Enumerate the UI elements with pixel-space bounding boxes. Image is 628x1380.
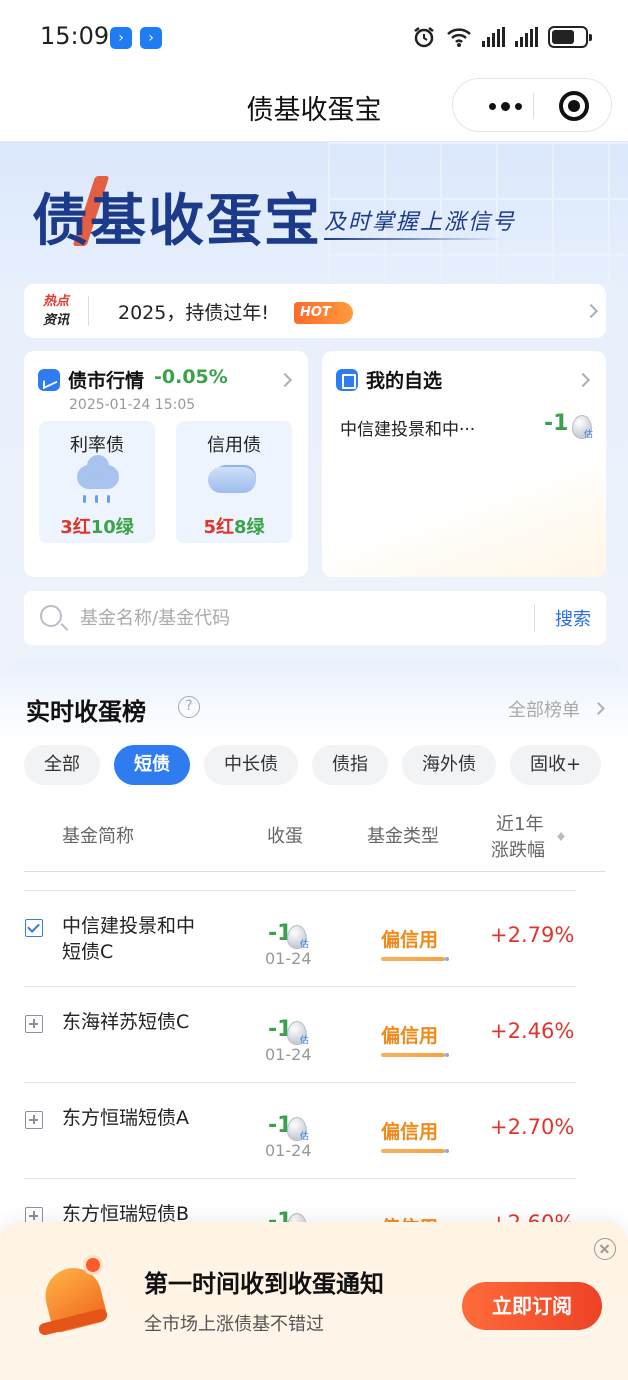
banner-title: 第一时间收到收蛋通知	[144, 1270, 384, 1298]
battery-icon	[548, 26, 592, 48]
search-button[interactable]: 搜索	[544, 605, 602, 631]
selected-checkbox[interactable]	[25, 919, 43, 937]
close-miniapp-icon[interactable]	[559, 91, 589, 121]
more-icon[interactable]	[475, 89, 535, 123]
table-row[interactable]: 东海祥苏短债C -1 估 01-24 偏信用 +2.46%	[24, 986, 576, 1082]
divider	[88, 296, 89, 326]
type-bar	[381, 1053, 449, 1057]
category-tabs: 全部 短债 中长债 债指 海外债 固收+	[24, 745, 604, 785]
column-fund-type: 基金类型	[367, 826, 439, 847]
search-input[interactable]	[80, 603, 520, 633]
fund-type: 偏信用	[381, 1121, 439, 1143]
fund-type: 偏信用	[381, 1025, 439, 1047]
divider	[534, 604, 535, 632]
rate-box-count: 3红10绿	[60, 517, 134, 538]
app-notification-icon: ›	[140, 27, 162, 49]
chart-icon	[38, 369, 60, 391]
chevron-right-icon	[277, 372, 293, 388]
board-title: 实时收蛋榜	[26, 698, 146, 726]
table-header: 基金简称 收蛋 基金类型 近1年 涨跌幅	[24, 800, 606, 872]
wifi-icon	[447, 28, 471, 47]
search-bar: 搜索	[24, 591, 606, 645]
egg-date: 01-24	[265, 1045, 312, 1064]
tab-short-bond[interactable]: 短债	[114, 745, 190, 785]
egg-date: 01-24	[265, 1141, 312, 1160]
watchlist-card-title: 我的自选	[366, 370, 443, 392]
fund-name: 东海祥苏短债C	[62, 1011, 190, 1033]
hot-badge: HOT	[294, 302, 353, 324]
banner-subtitle: 全市场上涨债基不错过	[144, 1314, 324, 1335]
rate-box-count: 5红8绿	[203, 517, 265, 538]
rate-bond-box[interactable]: 利率债 3红10绿	[39, 421, 155, 543]
rate-box-name: 信用债	[207, 435, 261, 456]
sort-icon[interactable]	[556, 828, 566, 842]
market-change: -0.05%	[154, 366, 228, 388]
close-icon[interactable]	[594, 1238, 616, 1260]
subscribe-button[interactable]: 立即订阅	[462, 1282, 602, 1330]
tab-overseas-bond[interactable]: 海外债	[402, 745, 496, 785]
tab-all[interactable]: 全部	[24, 745, 100, 785]
all-rankings-link[interactable]: 全部榜单	[508, 696, 580, 722]
fund-rise: +2.70%	[490, 1115, 575, 1139]
help-icon[interactable]: ?	[178, 696, 200, 718]
status-time: 15:09	[40, 22, 110, 50]
capsule-divider	[533, 93, 534, 119]
slogan-underline	[324, 238, 504, 240]
table-row[interactable]: 东方恒瑞短债A -1 估 01-24 偏信用 +2.70%	[24, 1082, 576, 1178]
hot-news-text: 2025，持债过年!	[118, 302, 269, 324]
fund-name: 中信建投景和中短债C	[62, 915, 196, 963]
market-card-title: 债市行情	[68, 370, 145, 392]
add-watchlist-icon[interactable]	[25, 1111, 43, 1129]
estimate-tag: 估	[584, 430, 594, 440]
watchlist-egg-value: -1	[544, 411, 569, 436]
tab-bond-index[interactable]: 债指	[312, 745, 388, 785]
chevron-right-icon	[583, 303, 599, 319]
signal-icon	[515, 27, 538, 47]
notification-dot	[86, 1258, 100, 1272]
fund-type: 偏信用	[381, 929, 439, 951]
type-bar	[381, 1149, 449, 1153]
miniapp-capsule	[452, 78, 612, 132]
column-egg: 收蛋	[267, 826, 303, 847]
fund-table: 中信建投景和中短债C -1 估 01-24 偏信用 +2.79% 东海祥苏短债C…	[24, 890, 576, 1274]
type-bar	[381, 957, 449, 961]
app-notification-icon: ›	[110, 27, 132, 49]
hero-banner: 债基收蛋宝 及时掌握上涨信号	[0, 142, 628, 282]
market-card[interactable]: 债市行情 -0.05% 2025-01-24 15:05 利率债 3红10绿 信…	[24, 351, 308, 577]
tab-mid-long-bond[interactable]: 中长债	[204, 745, 298, 785]
status-bar: 15:09 › ›	[0, 0, 628, 72]
bell-icon	[36, 1262, 110, 1338]
watchlist-card[interactable]: 我的自选 中信建投景和中··· -1 估	[322, 351, 606, 577]
column-rise-line1[interactable]: 近1年	[496, 810, 543, 836]
rate-box-name: 利率债	[70, 435, 124, 456]
egg-date: 01-24	[265, 949, 312, 968]
chevron-right-icon	[575, 372, 591, 388]
hot-news-tag: 热点 资讯	[42, 294, 69, 328]
market-time: 2025-01-24 15:05	[69, 397, 196, 413]
brand-logo: 债基收蛋宝	[32, 189, 322, 254]
hot-news-bar[interactable]: 热点 资讯 2025，持债过年! HOT	[24, 284, 606, 338]
status-icons	[412, 24, 592, 50]
fund-rise: +2.79%	[490, 923, 575, 947]
fund-name: 东方恒瑞短债A	[62, 1107, 189, 1129]
credit-bond-box[interactable]: 信用债 5红8绿	[176, 421, 292, 543]
brand-slogan: 及时掌握上涨信号	[324, 210, 517, 235]
bookmark-icon	[336, 369, 358, 391]
column-fund-name: 基金简称	[62, 826, 134, 847]
table-row[interactable]: 中信建投景和中短债C -1 估 01-24 偏信用 +2.79%	[24, 890, 576, 986]
add-watchlist-icon[interactable]	[25, 1015, 43, 1033]
search-icon	[40, 605, 62, 627]
tab-fixed-income-plus[interactable]: 固收+	[510, 745, 602, 785]
signal-icon	[482, 27, 505, 47]
column-rise-line2[interactable]: 涨跌幅	[491, 836, 545, 862]
fund-rise: +2.46%	[490, 1019, 575, 1043]
alarm-icon	[414, 27, 434, 48]
subscribe-banner: 第一时间收到收蛋通知 全市场上涨债基不错过 立即订阅	[0, 1222, 628, 1380]
title-bar: 债基收蛋宝	[0, 72, 628, 142]
watchlist-item-name[interactable]: 中信建投景和中···	[340, 415, 475, 440]
